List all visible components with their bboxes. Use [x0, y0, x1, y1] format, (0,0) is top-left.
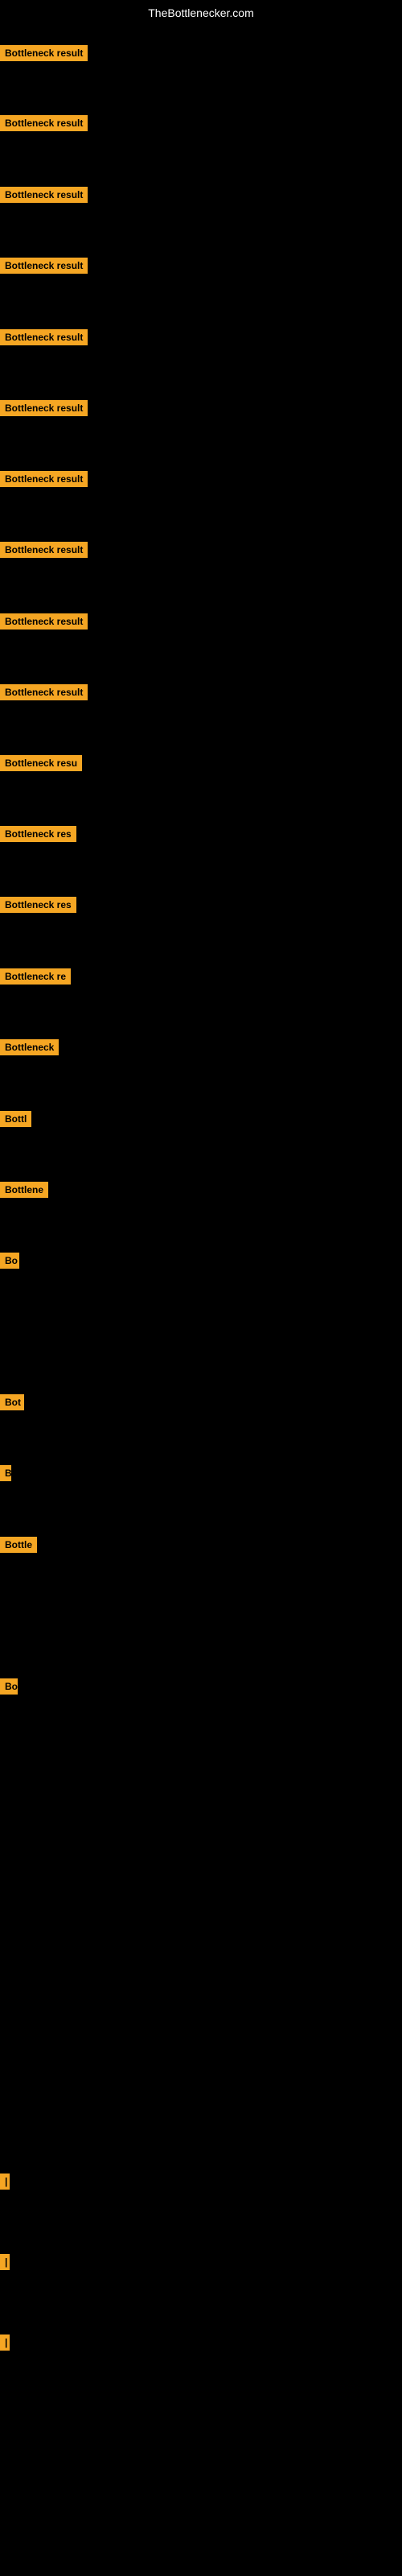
bottleneck-badge-15[interactable]: Bottleneck: [0, 1039, 59, 1055]
bottleneck-badge-13[interactable]: Bottleneck res: [0, 897, 76, 913]
bottleneck-badge-7[interactable]: Bottleneck result: [0, 471, 88, 487]
bottleneck-badge-10[interactable]: Bottleneck result: [0, 684, 88, 700]
bottleneck-badge-1[interactable]: Bottleneck result: [0, 45, 88, 61]
bottleneck-badge-20[interactable]: B: [0, 1465, 11, 1481]
bottleneck-badge-12[interactable]: Bottleneck res: [0, 826, 76, 842]
bottleneck-badge-16[interactable]: Bottl: [0, 1111, 31, 1127]
bottleneck-badge-14[interactable]: Bottleneck re: [0, 968, 71, 985]
bottleneck-badge-11[interactable]: Bottleneck resu: [0, 755, 82, 771]
bottleneck-badge-3[interactable]: Bottleneck result: [0, 187, 88, 203]
site-title: TheBottlenecker.com: [0, 0, 402, 26]
bottleneck-badge-4[interactable]: Bottleneck result: [0, 258, 88, 274]
bottleneck-badge-22[interactable]: Bo: [0, 1678, 18, 1695]
bottleneck-badge-9[interactable]: Bottleneck result: [0, 613, 88, 630]
bottleneck-badge-8[interactable]: Bottleneck result: [0, 542, 88, 558]
bottleneck-badge-24[interactable]: |: [0, 2254, 10, 2270]
bottleneck-badge-17[interactable]: Bottlene: [0, 1182, 48, 1198]
bottleneck-badge-23[interactable]: |: [0, 2174, 10, 2190]
bottleneck-badge-2[interactable]: Bottleneck result: [0, 115, 88, 131]
bottleneck-badge-5[interactable]: Bottleneck result: [0, 329, 88, 345]
bottleneck-badge-21[interactable]: Bottle: [0, 1537, 37, 1553]
bottleneck-badge-19[interactable]: Bot: [0, 1394, 24, 1410]
bottleneck-badge-18[interactable]: Bo: [0, 1253, 19, 1269]
bottleneck-badge-6[interactable]: Bottleneck result: [0, 400, 88, 416]
bottleneck-badge-25[interactable]: |: [0, 2334, 10, 2351]
